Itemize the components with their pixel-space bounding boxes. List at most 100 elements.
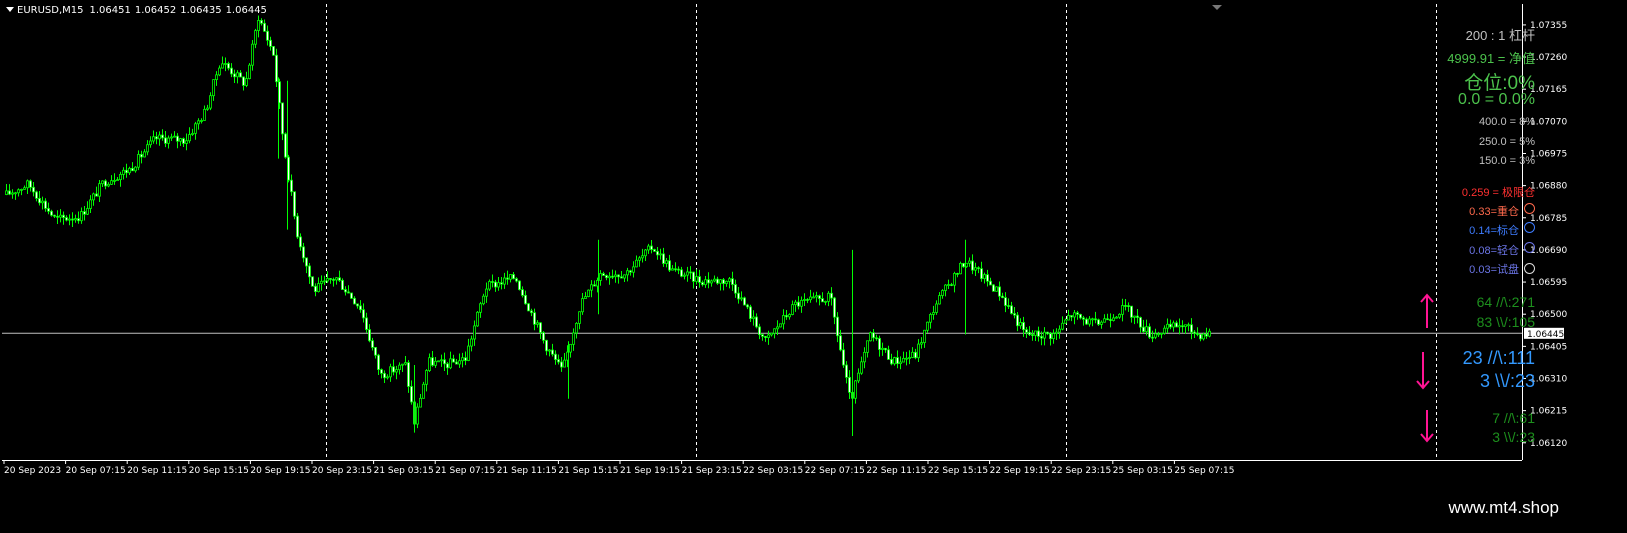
candle-body xyxy=(758,326,761,336)
candle-body xyxy=(1031,334,1034,336)
candle-body xyxy=(170,136,173,139)
candle-body xyxy=(1082,317,1085,320)
candle-body xyxy=(122,169,125,175)
candle-body xyxy=(323,280,326,283)
candle-body xyxy=(980,268,983,280)
candle-body xyxy=(215,74,218,81)
candle-body xyxy=(737,292,740,300)
candle-body xyxy=(635,259,638,268)
candle-body xyxy=(212,79,215,97)
candle-body xyxy=(680,269,683,277)
candle-body xyxy=(38,197,41,204)
candle-body xyxy=(332,279,335,281)
candle-body xyxy=(317,283,320,293)
candle-body xyxy=(848,376,851,393)
candle-body xyxy=(1019,322,1022,327)
candle-body xyxy=(398,364,401,371)
candle-body xyxy=(188,134,191,142)
candle-body xyxy=(713,278,716,282)
candle-body xyxy=(365,317,368,330)
time-axis-label: 20 Sep 2023 xyxy=(4,466,61,476)
candle-body xyxy=(605,275,608,279)
candle-body xyxy=(629,270,632,273)
candle-body xyxy=(143,151,146,158)
candle-body xyxy=(200,120,203,122)
candle-body xyxy=(1001,295,1004,299)
watermark: www.mt4.shop xyxy=(1448,498,1559,517)
hollow-circle-icon xyxy=(1524,263,1535,274)
candle-body xyxy=(569,343,572,353)
candle-body xyxy=(458,360,461,365)
candle-body xyxy=(362,309,365,319)
candle-body xyxy=(50,210,53,216)
candle-body xyxy=(797,301,800,307)
candle-body xyxy=(326,278,329,282)
candle-body xyxy=(1142,326,1145,332)
price-chart[interactable]: 1.07355 1.07260 1.07165 1.07070 1.06975 1.068… xyxy=(0,0,1627,533)
candle-body xyxy=(59,214,62,218)
chart-header: EURUSD,M15 1.06451 1.06452 1.06435 1.06445 xyxy=(6,5,271,16)
time-axis-label: 22 Sep 07:15 xyxy=(805,466,865,476)
candle-body xyxy=(860,361,863,374)
candle-body xyxy=(23,187,26,190)
candle-body xyxy=(1130,305,1133,318)
candle-body xyxy=(989,280,992,286)
candle-body xyxy=(1046,331,1049,335)
candle-body xyxy=(137,154,140,168)
level-3pct: 150.0 = 3% xyxy=(1479,155,1535,167)
candle-body xyxy=(80,211,83,222)
candle-body xyxy=(1097,319,1100,325)
mid-counter-top: 23 //\:111 xyxy=(1462,348,1535,368)
level-5pct: 250.0 = 5% xyxy=(1479,136,1535,148)
price-axis-label: 1.07165 xyxy=(1530,85,1567,95)
window-menu-icon[interactable] xyxy=(6,7,14,12)
heavy-position-row: 0.33=重仓 xyxy=(1469,203,1535,219)
candle-body xyxy=(1007,305,1010,307)
candle-body xyxy=(476,311,479,327)
trial-position-label: 0.03=试盘 xyxy=(1469,264,1519,276)
candle-body xyxy=(383,372,386,379)
standard-position-label: 0.14=标仓 xyxy=(1469,225,1519,237)
candle-body xyxy=(896,357,899,365)
candle-body xyxy=(923,329,926,343)
candle-body xyxy=(1106,318,1109,321)
candle-body xyxy=(320,280,323,284)
candle-body xyxy=(1103,318,1106,323)
candle-body xyxy=(488,281,491,290)
time-axis-label: 21 Sep 07:15 xyxy=(435,466,495,476)
candle-body xyxy=(1055,331,1058,334)
price-axis-label: 1.07355 xyxy=(1530,21,1567,31)
price-axis-label: 1.07260 xyxy=(1530,53,1567,63)
light-position-row: 0.08=轻仓 xyxy=(1469,242,1535,258)
candle-body xyxy=(1115,316,1118,319)
candle-body xyxy=(890,359,893,365)
candle-body xyxy=(1070,315,1073,318)
candle-body xyxy=(314,285,317,293)
candle-body xyxy=(1139,317,1142,328)
candle-body xyxy=(350,292,353,299)
candle-body xyxy=(176,135,179,142)
candle-body xyxy=(563,359,566,368)
limit-position-label: 0.259 = 极限仓 xyxy=(1461,187,1535,199)
candle-body xyxy=(353,297,356,305)
time-axis-label: 21 Sep 23:15 xyxy=(682,466,742,476)
candle-body xyxy=(341,279,344,290)
candle-body xyxy=(482,295,485,305)
svg-text:1.06445: 1.06445 xyxy=(1527,330,1564,340)
candle-body xyxy=(512,274,515,280)
candle-body xyxy=(785,315,788,318)
candle-body xyxy=(755,316,758,328)
candle-body xyxy=(839,335,842,351)
candle-body xyxy=(548,349,551,352)
candle-body xyxy=(854,380,857,399)
candle-body xyxy=(1013,313,1016,316)
candle-body xyxy=(689,271,692,274)
candle-body xyxy=(953,273,956,286)
candle-body xyxy=(107,183,110,187)
time-axis-label: 22 Sep 11:15 xyxy=(866,466,926,476)
candle-body xyxy=(977,267,980,270)
arrow-down-small-icon xyxy=(1420,410,1434,443)
time-axis-label: 22 Sep 15:15 xyxy=(928,466,988,476)
candle-body xyxy=(1148,326,1151,338)
candle-body xyxy=(926,321,929,331)
